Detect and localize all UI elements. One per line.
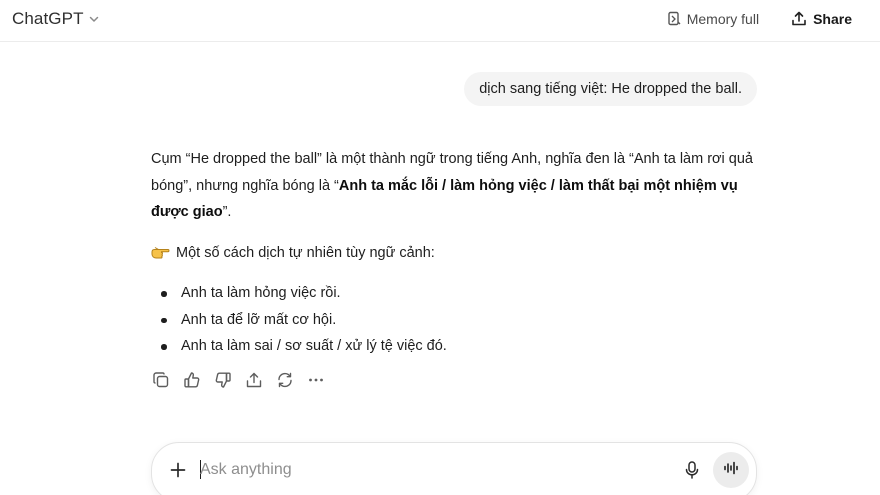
memory-icon [667, 11, 681, 27]
composer [151, 442, 757, 495]
pointing-hand-emoji-icon [151, 245, 171, 261]
assistant-message: Cụm “He dropped the ball” là một thành n… [151, 146, 761, 360]
share-label: Share [813, 11, 852, 27]
share-upload-icon [791, 11, 807, 27]
list-item: Anh ta làm hỏng việc rồi. [151, 280, 761, 307]
bullet-dot [161, 291, 167, 297]
list-item: Anh ta làm sai / sơ suất / xử lý tệ việc… [151, 333, 761, 360]
list-item-text: Anh ta làm sai / sơ suất / xử lý tệ việc… [181, 338, 447, 354]
microphone-icon[interactable] [682, 460, 702, 480]
model-switcher[interactable]: ChatGPT [12, 8, 100, 30]
user-message-bubble: dịch sang tiếng việt: He dropped the bal… [464, 72, 757, 106]
top-bar: ChatGPT Memory full Share [0, 0, 880, 42]
bullet-dot [161, 317, 167, 323]
paragraph-text: ”. [222, 204, 232, 220]
plus-icon[interactable] [168, 460, 188, 480]
bullet-dot [161, 344, 167, 350]
ask-input[interactable] [200, 455, 660, 485]
thumbs-up-icon[interactable] [182, 370, 202, 390]
list-item: Anh ta để lỡ mất cơ hội. [151, 307, 761, 334]
more-icon[interactable] [306, 370, 326, 390]
paragraph-text: Một số cách dịch tự nhiên tùy ngữ cảnh: [176, 244, 435, 261]
assistant-paragraph-1: Cụm “He dropped the ball” là một thành n… [151, 146, 761, 226]
memory-full-button[interactable]: Memory full [667, 11, 759, 27]
list-item-text: Anh ta để lỡ mất cơ hội. [181, 311, 337, 328]
memory-label: Memory full [686, 11, 760, 27]
user-message-text: dịch sang tiếng việt: He dropped the bal… [479, 81, 742, 97]
assistant-paragraph-2: Một số cách dịch tự nhiên tùy ngữ cảnh: [151, 240, 761, 267]
model-name: ChatGPT [12, 9, 84, 28]
thumbs-down-icon[interactable] [213, 370, 233, 390]
message-actions [151, 370, 326, 390]
copy-icon[interactable] [151, 370, 171, 390]
chat-app: ChatGPT Memory full Share dịch sang tiến… [0, 0, 880, 495]
list-item-text: Anh ta làm hỏng việc rồi. [181, 285, 341, 301]
voice-mode-icon [722, 459, 740, 482]
bullet-list: Anh ta làm hỏng việc rồi. Anh ta để lỡ m… [151, 280, 761, 360]
regenerate-icon[interactable] [275, 370, 295, 390]
share-button[interactable]: Share [791, 11, 852, 27]
share-icon[interactable] [244, 370, 264, 390]
voice-mode-button[interactable] [713, 452, 749, 488]
chevron-down-icon [88, 13, 100, 25]
